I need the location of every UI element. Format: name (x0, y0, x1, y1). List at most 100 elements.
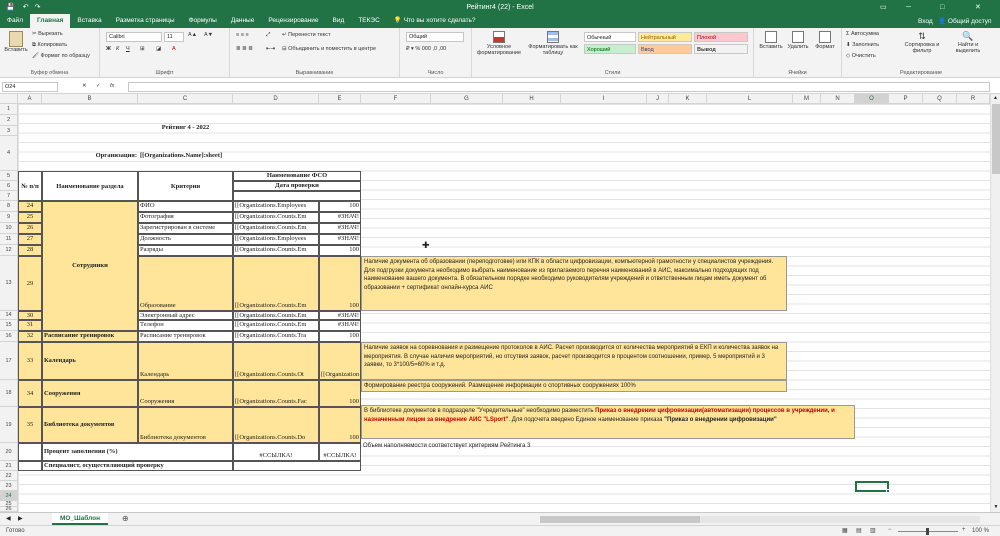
font-size-select[interactable]: 11 (164, 32, 184, 42)
section-cell[interactable]: Календарь (42, 342, 138, 380)
sort-filter-button[interactable]: ⇅ Сортировка и фильтр (900, 31, 944, 54)
font-color-icon[interactable]: A (172, 46, 176, 52)
note-library[interactable]: В библиотеке документов в подразделе "Уч… (361, 405, 855, 439)
number-cell[interactable]: 26 (18, 223, 42, 234)
criteria-cell[interactable]: Библиотека документов (138, 407, 233, 443)
add-sheet-icon[interactable]: ⊕ (122, 514, 129, 523)
row-header-16[interactable]: 16 (0, 331, 18, 342)
grow-font-icon[interactable]: A▲ (188, 32, 197, 38)
page-layout-view-icon[interactable]: ▤ (856, 527, 862, 534)
column-header-m[interactable]: M (793, 94, 821, 104)
criteria-cell[interactable]: Календарь (138, 342, 233, 380)
tab-review[interactable]: Рецензирование (261, 14, 325, 28)
criteria-cell[interactable]: ФИО (138, 201, 233, 212)
criteria-cell[interactable]: Телефон (138, 320, 233, 331)
row-header-2[interactable]: 2 (0, 115, 18, 126)
sheet-tab-template[interactable]: МО_Шаблон (52, 513, 109, 525)
criteria-cell[interactable]: Зарегистрирован в системе (138, 223, 233, 234)
borders-icon[interactable]: ⊞ (140, 46, 145, 52)
sheet-title[interactable]: Рейтинг 4 - 2022 (138, 124, 233, 131)
row-header-23[interactable]: 23 (0, 481, 18, 491)
column-header-k[interactable]: K (669, 94, 707, 104)
fill-handle[interactable] (886, 489, 890, 493)
score-cell[interactable]: 100 (319, 245, 361, 256)
value-cell[interactable]: [[Organizations.Counts.Em (233, 223, 319, 234)
number-cell[interactable]: 24 (18, 201, 42, 212)
value-cell[interactable]: [[Organizations.Counts.Fac (233, 380, 319, 407)
row-header-19[interactable]: 19 (0, 407, 18, 443)
cut-button[interactable]: ✂ Вырезать (32, 31, 63, 37)
column-header-h[interactable]: H (503, 94, 561, 104)
specialist-value[interactable] (233, 461, 361, 471)
tab-tekes[interactable]: ТЕКЭС (351, 14, 386, 28)
normal-view-icon[interactable]: ▦ (842, 527, 848, 534)
zoom-level[interactable]: 100 % (972, 528, 989, 534)
fill-button[interactable]: ⬇ Заполнить (846, 42, 879, 48)
orientation-icon[interactable]: ⤢ (266, 32, 270, 39)
formula-bar-enter-icon[interactable]: ✓ (96, 83, 101, 89)
number-cell[interactable]: 32 (18, 331, 42, 342)
row-header-17[interactable]: 17 (0, 342, 18, 380)
row-header-18[interactable]: 18 (0, 380, 18, 407)
tab-insert[interactable]: Вставка (70, 14, 108, 28)
percent-label[interactable]: Процент заполнения (%) (42, 443, 233, 461)
sign-in-link[interactable]: Вход (918, 18, 933, 25)
number-cell[interactable]: 31 (18, 320, 42, 331)
score-cell[interactable]: #ЗНАЧ! (319, 320, 361, 331)
column-header-i[interactable]: I (561, 94, 647, 104)
note-facilities[interactable]: Формирование реестра сооружений. Размеще… (361, 380, 787, 392)
style-output[interactable]: Вывод (694, 44, 748, 54)
header-check-date[interactable]: Дата проверки (233, 181, 361, 191)
row-header-4[interactable]: 4 (0, 136, 18, 171)
column-header-q[interactable]: Q (923, 94, 957, 104)
select-all-corner[interactable] (0, 94, 18, 104)
score-cell[interactable]: 100 (319, 407, 361, 443)
number-cell[interactable]: 27 (18, 234, 42, 245)
value-cell[interactable]: [[Organizations.Employees (233, 201, 319, 212)
bold-button[interactable]: Ж (106, 46, 111, 52)
section-cell[interactable]: Сооружения (42, 380, 138, 407)
style-input[interactable]: Ввод (638, 44, 692, 54)
active-cell-o24[interactable] (855, 481, 889, 492)
value-cell[interactable]: [[Organizations.Counts.Em (233, 245, 319, 256)
tab-data[interactable]: Данные (224, 14, 261, 28)
italic-button[interactable]: К (116, 46, 119, 52)
horizontal-scroll-thumb[interactable] (540, 516, 700, 523)
row-header-5[interactable]: 5 (0, 171, 18, 181)
name-box[interactable]: O24 (2, 82, 58, 92)
minimize-button[interactable]: ─ (906, 4, 911, 11)
page-break-view-icon[interactable]: ▥ (870, 527, 876, 534)
number-cell[interactable]: 25 (18, 212, 42, 223)
delete-cells-button[interactable]: Удалить (786, 31, 810, 50)
format-painter-button[interactable]: 🖌 Формат по образцу (32, 53, 90, 59)
score-cell[interactable]: #ЗНАЧ! (319, 212, 361, 223)
zoom-slider-thumb[interactable] (926, 528, 929, 535)
zoom-out-icon[interactable]: − (888, 527, 892, 533)
column-header-e[interactable]: E (319, 94, 361, 104)
zoom-in-icon[interactable]: + (962, 527, 966, 533)
copy-button[interactable]: ⧉ Копировать (32, 42, 67, 49)
vertical-scrollbar[interactable]: ▲ ▼ (990, 94, 1000, 512)
row-header-12[interactable]: 12 (0, 245, 18, 256)
tab-file[interactable]: Файл (0, 14, 30, 28)
horizontal-scrollbar[interactable] (540, 516, 980, 523)
column-header-g[interactable]: G (431, 94, 503, 104)
column-header-j[interactable]: J (647, 94, 669, 104)
column-header-d[interactable]: D (233, 94, 319, 104)
row-header-24[interactable]: 24 (0, 491, 18, 501)
criteria-cell[interactable]: Расписание тренировок (138, 331, 233, 342)
style-normal[interactable]: Обычный (584, 32, 636, 42)
row-header-7[interactable]: 7 (0, 191, 18, 201)
score-cell[interactable]: 100 (319, 256, 361, 311)
insert-function-icon[interactable]: fx (110, 83, 114, 89)
criteria-cell[interactable]: Образование (138, 256, 233, 311)
clear-button[interactable]: ◇ Очистить (846, 53, 876, 59)
percent-value-d[interactable]: #ССЫЛКА! (233, 443, 319, 461)
style-good[interactable]: Хороший (584, 44, 636, 54)
score-cell[interactable]: 100 (319, 380, 361, 407)
underline-button[interactable]: Ч (126, 46, 130, 52)
row-header-14[interactable]: 14 (0, 311, 18, 320)
organization-value[interactable]: [[Organizations.Name]:sheet] (139, 152, 269, 159)
specialist-label[interactable]: Специалист, осуществляющий проверку (42, 461, 233, 471)
score-cell[interactable]: #ЗНАЧ! (319, 311, 361, 320)
